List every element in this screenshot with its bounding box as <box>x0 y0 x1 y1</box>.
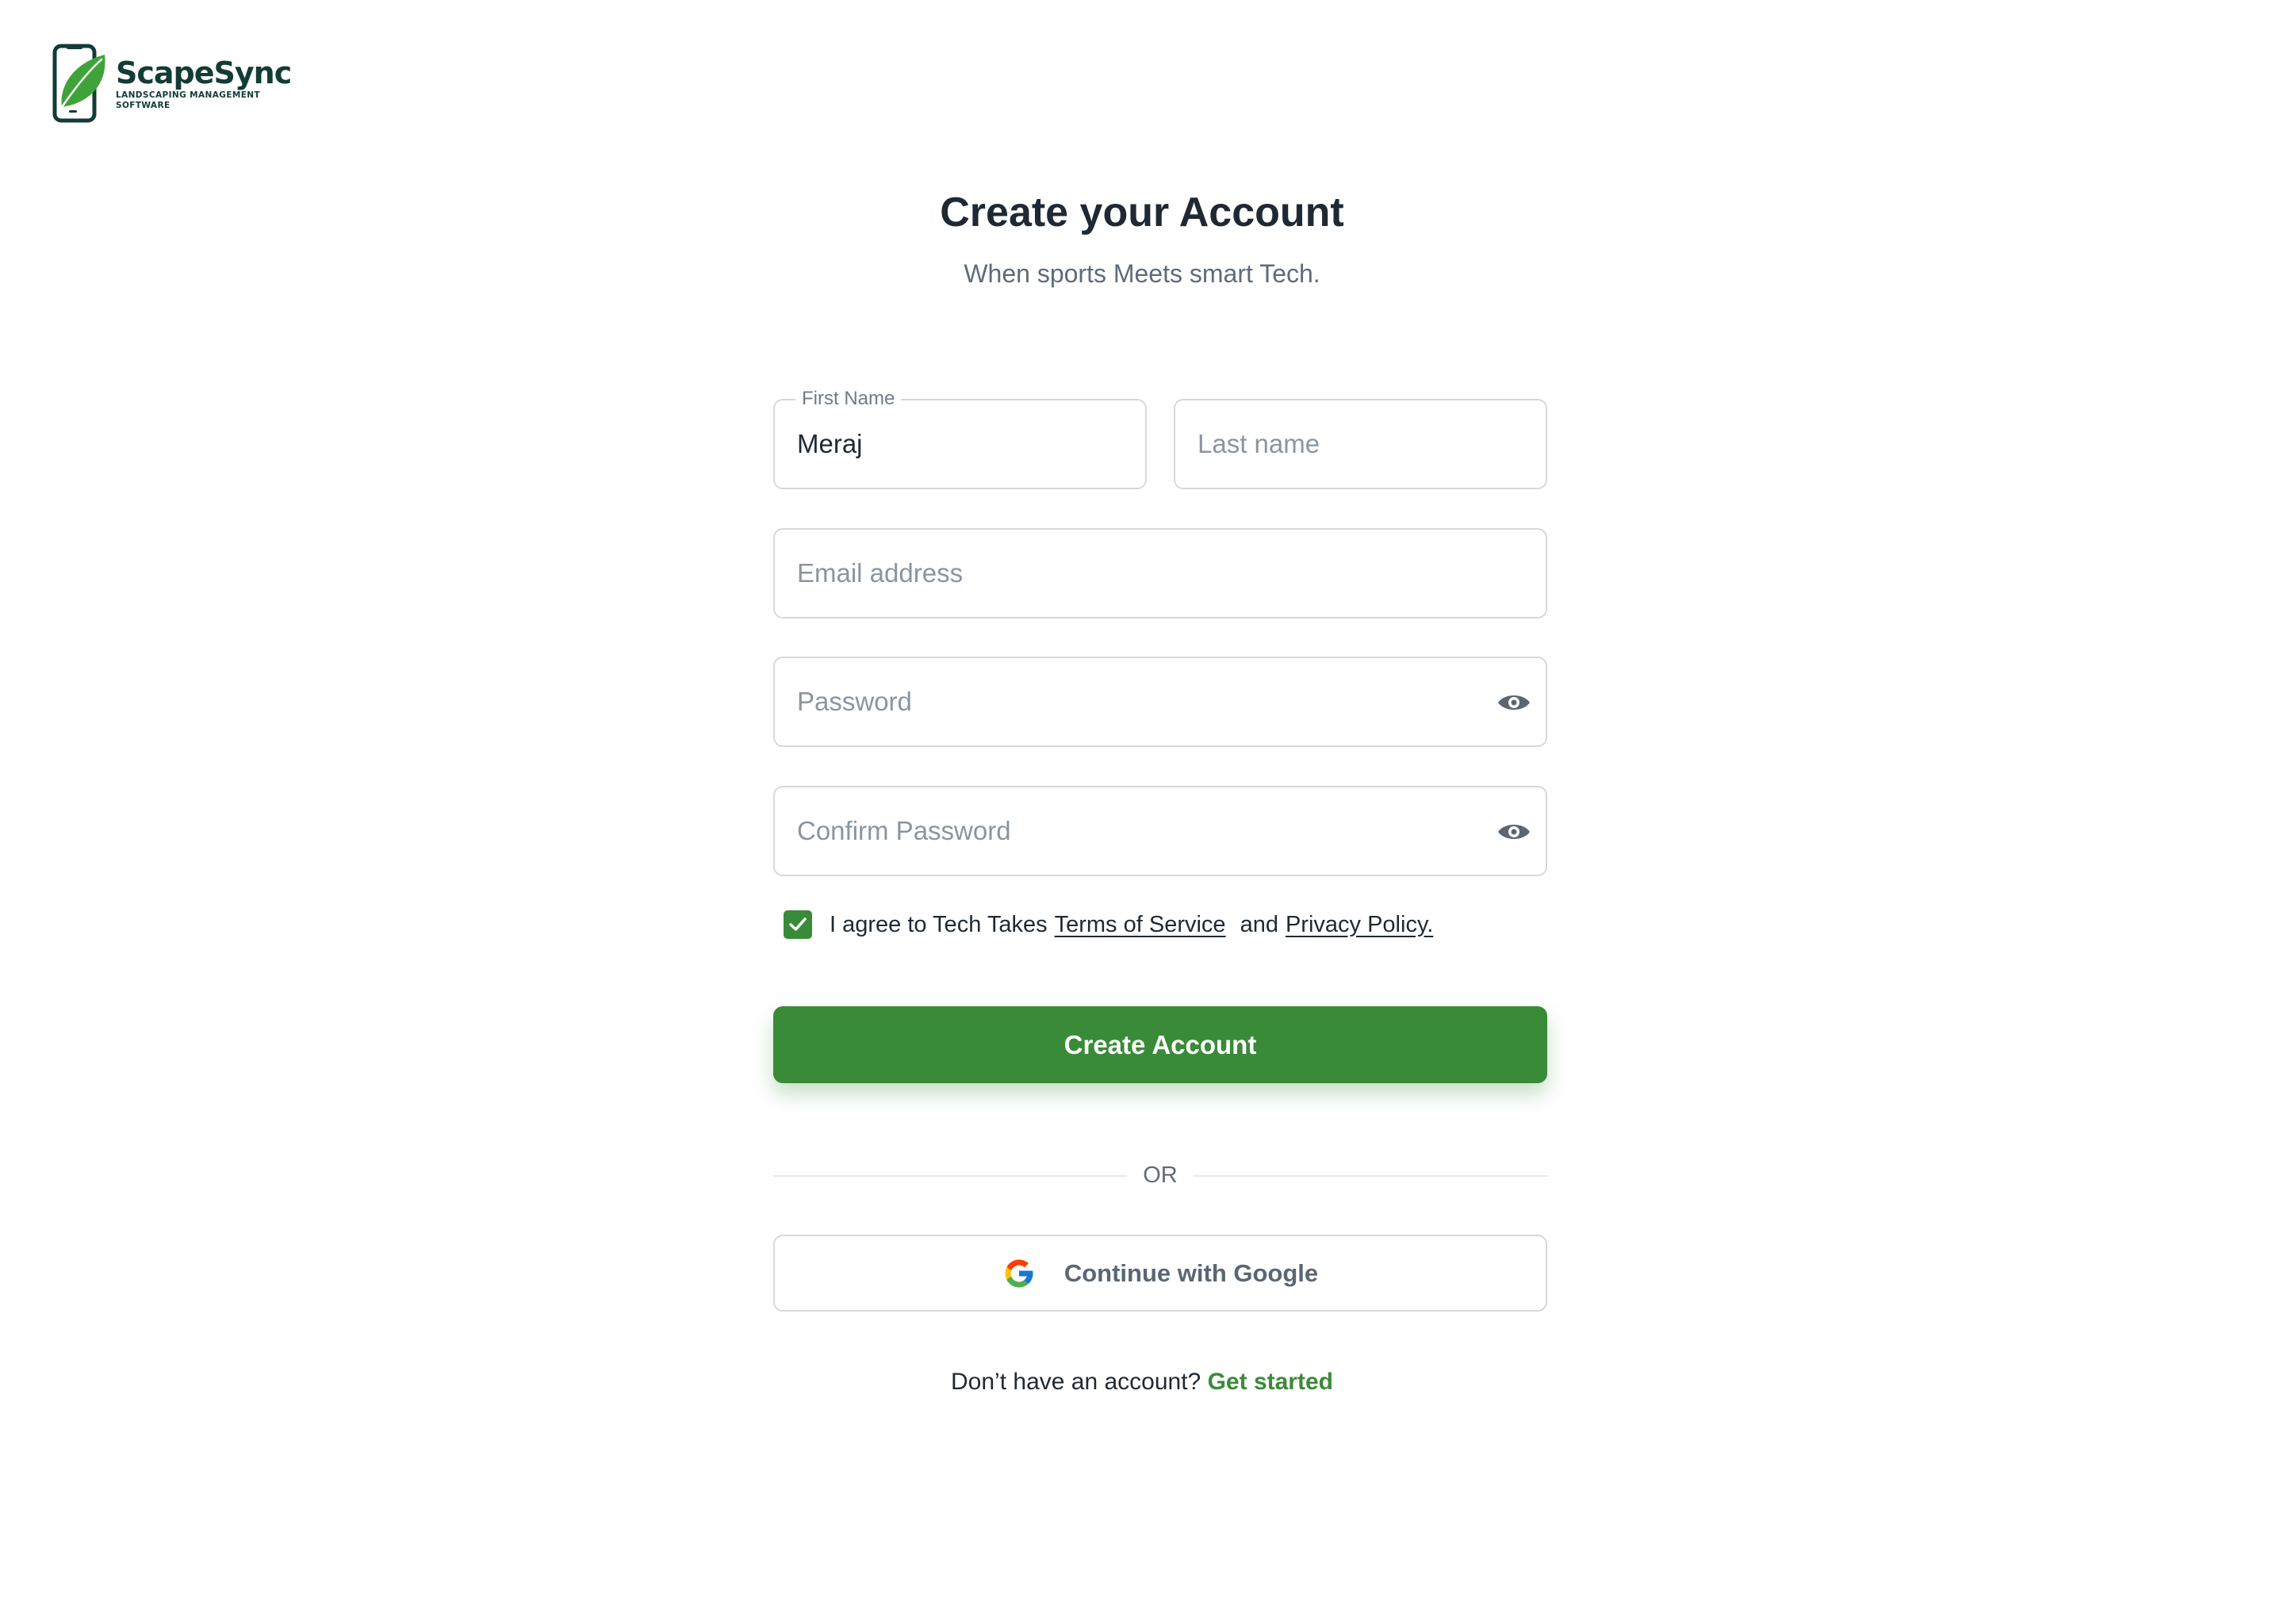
divider-line <box>1193 1174 1547 1177</box>
terms-of-service-link[interactable]: Terms of Service <box>1055 912 1226 938</box>
first-name-input[interactable] <box>775 400 1145 488</box>
brand-name: ScapeSync <box>116 56 292 90</box>
signin-prompt: Don’t have an account? Get started <box>0 1369 2284 1396</box>
brand-logo[interactable]: ScapeSync LANDSCAPING MANAGEMENT SOFTWAR… <box>52 44 292 123</box>
privacy-policy-link[interactable]: Privacy Policy. <box>1286 912 1433 938</box>
terms-checkbox[interactable] <box>784 910 812 939</box>
terms-agreement: I agree to Tech Takes Terms of Service a… <box>784 910 1433 939</box>
password-field <box>773 657 1547 747</box>
eye-icon[interactable] <box>1496 687 1531 718</box>
first-name-label: First Name <box>795 388 902 410</box>
password-input[interactable] <box>775 658 1546 745</box>
google-button-label: Continue with Google <box>1063 1258 1319 1287</box>
page-title: Create your Account <box>940 190 1344 236</box>
or-divider: OR <box>773 1162 1547 1189</box>
email-input[interactable] <box>775 530 1546 617</box>
terms-prefix: I agree to Tech Takes <box>830 911 1048 937</box>
create-account-button[interactable]: Create Account <box>773 1006 1547 1083</box>
phone-leaf-icon <box>52 44 105 123</box>
signup-page: ScapeSync LANDSCAPING MANAGEMENT SOFTWAR… <box>0 0 2284 1624</box>
last-name-input[interactable] <box>1175 400 1546 488</box>
check-icon <box>789 917 807 931</box>
last-name-field <box>1174 399 1547 489</box>
email-field <box>773 528 1547 619</box>
confirm-password-field <box>773 786 1547 876</box>
terms-middle: and <box>1240 911 1278 937</box>
continue-with-google-button[interactable]: Continue with Google <box>773 1235 1547 1312</box>
footer-prompt-text: Don’t have an account? <box>951 1369 1201 1395</box>
confirm-password-input[interactable] <box>775 787 1546 875</box>
brand-tagline: LANDSCAPING MANAGEMENT SOFTWARE <box>116 90 261 110</box>
divider-label: OR <box>1143 1162 1178 1188</box>
google-icon <box>1005 1259 1033 1287</box>
brand-wordmark: ScapeSync LANDSCAPING MANAGEMENT SOFTWAR… <box>116 56 292 111</box>
eye-icon[interactable] <box>1496 816 1531 848</box>
get-started-link[interactable]: Get started <box>1208 1369 1333 1395</box>
page-subtitle: When sports Meets smart Tech. <box>964 259 1320 288</box>
first-name-field: First Name <box>773 388 1147 489</box>
divider-line <box>773 1174 1128 1177</box>
